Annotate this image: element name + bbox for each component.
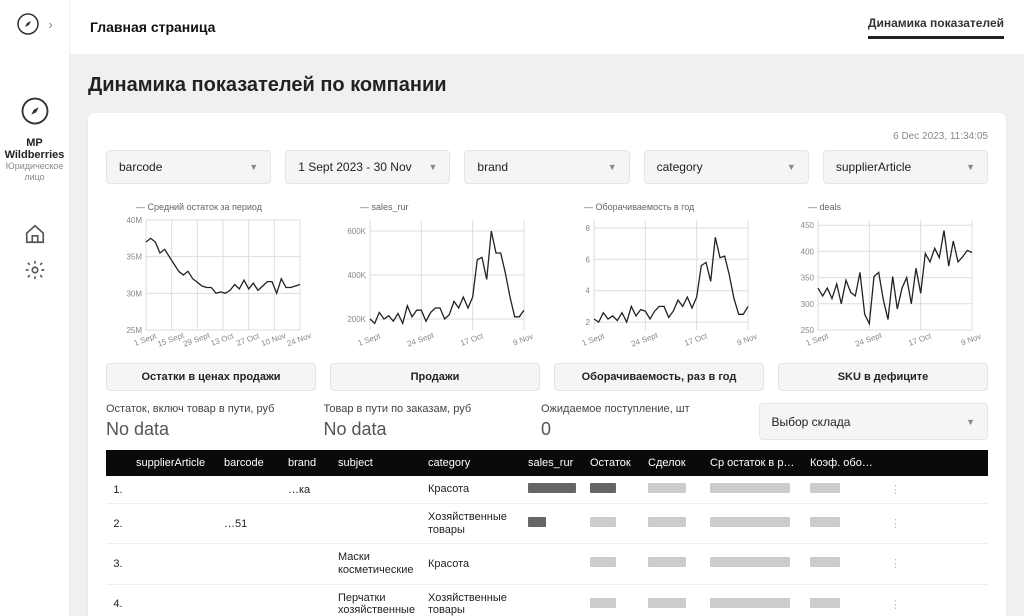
svg-text:9 Nov: 9 Nov (512, 332, 535, 348)
row-menu-icon[interactable]: ⋮ (884, 476, 896, 503)
svg-text:2: 2 (586, 318, 591, 327)
compass-icon (16, 12, 40, 36)
svg-text:35M: 35M (126, 253, 142, 262)
chevron-down-icon: ▼ (966, 162, 975, 172)
main-card: 6 Dec 2023, 11:34:05 barcode▼ 1 Sept 202… (88, 113, 1006, 616)
stat-expected: Ожидаемое поступление, шт0 (541, 403, 745, 440)
row-menu-icon[interactable]: ⋮ (884, 510, 896, 537)
svg-text:6: 6 (586, 255, 591, 264)
svg-text:13 Oct: 13 Oct (210, 331, 236, 348)
svg-text:17 Oct: 17 Oct (683, 331, 709, 348)
chart-legend: — deals (808, 202, 988, 212)
svg-text:4: 4 (586, 287, 591, 296)
svg-text:250: 250 (801, 326, 815, 335)
chevron-right-icon[interactable]: › (48, 17, 52, 32)
chevron-down-icon: ▼ (966, 417, 975, 427)
data-table: supplierArticle barcode brand subject ca… (106, 450, 988, 616)
svg-text:24 Sept: 24 Sept (630, 330, 660, 348)
page-title: Динамика показателей по компании (88, 74, 1006, 97)
svg-text:9 Nov: 9 Nov (960, 332, 983, 348)
chevron-down-icon: ▼ (249, 162, 258, 172)
table-row[interactable]: 4. Перчатки хозяйственные Хозяйственные … (106, 585, 988, 616)
svg-text:24 Nov: 24 Nov (286, 331, 313, 348)
chart-svg[interactable]: 2503003504004501 Sept24 Sept17 Oct9 Nov (778, 214, 988, 354)
profile-name: MP Wildberries (4, 137, 65, 161)
table-row[interactable]: 2. …51 Хозяйственные товары ⋮ (106, 504, 988, 544)
svg-text:200K: 200K (347, 315, 366, 324)
chart-button-0[interactable]: Остатки в ценах продажи (106, 363, 316, 391)
chevron-down-icon: ▼ (787, 162, 796, 172)
chart-1: — sales_rur 200K 400K 600K 1 Sept 24 Sept 17 … (330, 202, 540, 391)
compass-icon (20, 96, 50, 126)
filter-supplier-article[interactable]: supplierArticle▼ (823, 150, 988, 184)
chart-legend: — Оборачиваемость в год (584, 202, 764, 212)
svg-text:30M: 30M (126, 289, 142, 298)
chart-svg[interactable]: 25M30M35M40M1 Sept15 Sept29 Sept13 Oct27… (106, 214, 316, 354)
chart-legend: — Средний остаток за период (136, 202, 316, 212)
svg-text:400K: 400K (347, 271, 366, 280)
stat-in-transit: Товар в пути по заказам, рубNo data (324, 403, 528, 440)
gear-icon[interactable] (24, 259, 46, 281)
svg-text:9 Nov: 9 Nov (736, 332, 759, 348)
chart-0: — Средний остаток за период 25M 30M 35M 40M… (106, 202, 316, 391)
chart-legend: — sales_rur (360, 202, 540, 212)
chart-svg[interactable]: 2 4 6 8 1 Sept 24 Sept 17 Oct 9 Nov (554, 214, 764, 354)
sidebar: › MP Wildberries Юридическое лицо (0, 0, 70, 616)
svg-text:1 Sept: 1 Sept (581, 331, 607, 348)
chevron-down-icon: ▼ (608, 162, 617, 172)
row-menu-icon[interactable]: ⋮ (884, 591, 896, 616)
timestamp: 6 Dec 2023, 11:34:05 (106, 131, 988, 142)
warehouse-select[interactable]: Выбор склада▼ (759, 403, 989, 440)
svg-text:24 Sept: 24 Sept (406, 330, 436, 348)
stat-stock-value: Остаток, включ товар в пути, рубNo data (106, 403, 310, 440)
svg-text:10 Nov: 10 Nov (260, 331, 287, 348)
filter-brand[interactable]: brand▼ (464, 150, 629, 184)
svg-text:24 Sept: 24 Sept (854, 330, 884, 348)
svg-text:1 Sept: 1 Sept (357, 331, 383, 348)
home-icon[interactable] (24, 223, 46, 245)
profile-block[interactable]: MP Wildberries Юридическое лицо (0, 96, 69, 183)
filter-barcode[interactable]: barcode▼ (106, 150, 271, 184)
chart-3: — deals 2503003504004501 Sept24 Sept17 O… (778, 202, 988, 391)
svg-text:400: 400 (801, 247, 815, 256)
chart-svg[interactable]: 200K 400K 600K 1 Sept 24 Sept 17 Oct 9 Nov (330, 214, 540, 354)
svg-text:17 Oct: 17 Oct (459, 331, 485, 348)
chart-button-1[interactable]: Продажи (330, 363, 540, 391)
svg-text:600K: 600K (347, 227, 366, 236)
topbar: Главная страница Динамика показателей (70, 0, 1024, 54)
chart-button-3[interactable]: SKU в дефиците (778, 363, 988, 391)
svg-text:350: 350 (801, 274, 815, 283)
breadcrumb[interactable]: Главная страница (90, 19, 215, 35)
tab-dynamics[interactable]: Динамика показателей (868, 16, 1004, 39)
svg-text:300: 300 (801, 300, 815, 309)
filter-category[interactable]: category▼ (644, 150, 809, 184)
chart-button-2[interactable]: Оборачиваемость, раз в год (554, 363, 764, 391)
profile-subtitle: Юридическое лицо (4, 161, 65, 183)
row-menu-icon[interactable]: ⋮ (884, 550, 896, 577)
chevron-down-icon: ▼ (428, 162, 437, 172)
table-row[interactable]: 3. Маски косметические Красота ⋮ (106, 544, 988, 584)
table-row[interactable]: 1. …ка Красота ⋮ (106, 476, 988, 504)
svg-text:40M: 40M (126, 216, 142, 225)
chart-2: — Оборачиваемость в год 2 4 6 8 1 Sept 24 Sep… (554, 202, 764, 391)
filter-daterange[interactable]: 1 Sept 2023 - 30 Nov▼ (285, 150, 450, 184)
svg-text:29 Sept: 29 Sept (182, 330, 212, 348)
svg-text:17 Oct: 17 Oct (907, 331, 933, 348)
table-header: supplierArticle barcode brand subject ca… (106, 450, 988, 476)
svg-text:25M: 25M (126, 326, 142, 335)
svg-text:27 Oct: 27 Oct (235, 331, 261, 348)
svg-text:8: 8 (586, 224, 591, 233)
svg-text:450: 450 (801, 221, 815, 230)
